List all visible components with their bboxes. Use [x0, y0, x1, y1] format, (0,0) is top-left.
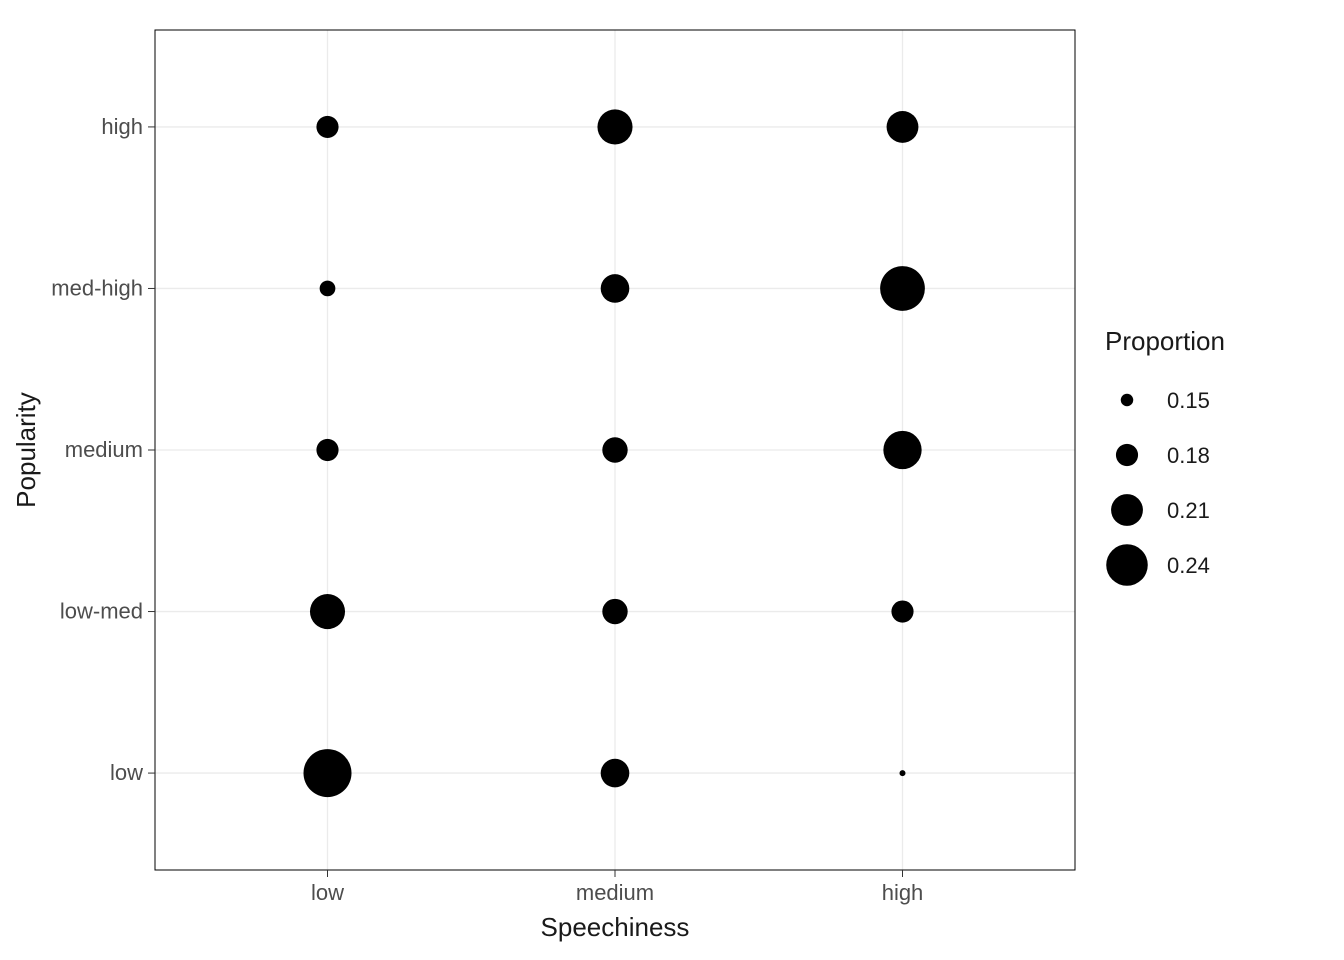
- x-tick-label: medium: [576, 880, 654, 905]
- y-tick-label: med-high: [51, 275, 143, 300]
- chart-svg: low medium high Speechiness low low-med medium…: [0, 0, 1344, 960]
- data-point: [320, 281, 336, 297]
- data-point: [602, 599, 627, 624]
- legend-label: 0.18: [1167, 443, 1210, 468]
- x-axis-title: Speechiness: [541, 912, 690, 942]
- y-tick-label: low: [110, 760, 143, 785]
- legend-label: 0.15: [1167, 388, 1210, 413]
- size-legend: Proportion 0.15 0.18 0.21 0.24: [1105, 326, 1225, 586]
- legend-key: [1106, 544, 1148, 586]
- data-point: [316, 439, 338, 461]
- data-points: [304, 109, 925, 797]
- chart-container: low medium high Speechiness low low-med medium…: [0, 0, 1344, 960]
- data-point: [883, 431, 921, 469]
- data-point: [597, 109, 632, 144]
- y-axis: low low-med medium med-high high: [51, 114, 155, 785]
- data-point: [601, 274, 630, 303]
- data-point: [316, 116, 338, 138]
- legend-key: [1111, 494, 1143, 526]
- y-tick-label: medium: [65, 437, 143, 462]
- legend-key: [1121, 394, 1133, 406]
- legend-label: 0.21: [1167, 498, 1210, 523]
- x-axis: low medium high: [311, 870, 923, 905]
- y-tick-label: low-med: [60, 599, 143, 624]
- data-point: [900, 770, 906, 776]
- data-point: [880, 266, 925, 311]
- data-point: [601, 759, 630, 788]
- legend-title: Proportion: [1105, 326, 1225, 356]
- data-point: [887, 111, 919, 143]
- data-point: [891, 600, 913, 622]
- x-tick-label: low: [311, 880, 344, 905]
- x-tick-label: high: [882, 880, 924, 905]
- y-tick-label: high: [101, 114, 143, 139]
- legend-label: 0.24: [1167, 553, 1210, 578]
- data-point: [602, 437, 627, 462]
- data-point: [304, 749, 352, 797]
- legend-key: [1116, 444, 1138, 466]
- data-point: [310, 594, 345, 629]
- y-axis-title: Popularity: [11, 392, 41, 508]
